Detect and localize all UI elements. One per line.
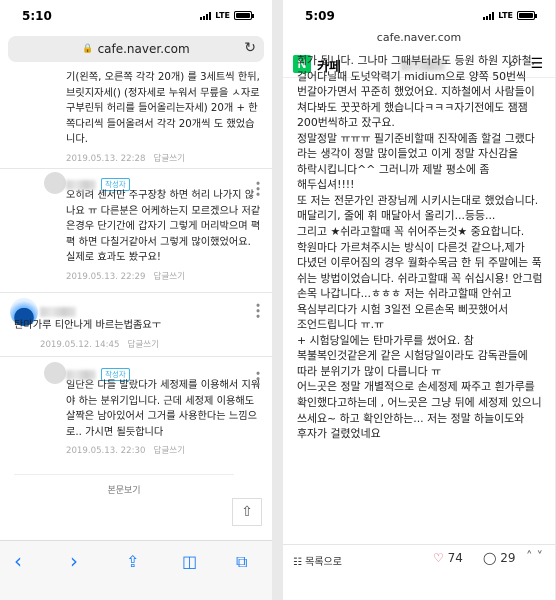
battery-icon	[234, 11, 254, 20]
tabs-icon[interactable]: ⧉	[236, 552, 247, 572]
forward-icon[interactable]: ›	[70, 549, 78, 573]
up-icon[interactable]: ˄	[526, 550, 537, 565]
more-options-icon[interactable]: •••	[251, 302, 264, 318]
comment-count: 29	[500, 551, 516, 565]
reply-link[interactable]: 답글쓰기	[153, 446, 185, 456]
comment-list: 기(왼쪽, 오른쪽 각각 20개) 를 3세트씩 한뒤, 브릿지자세() (정자…	[0, 64, 272, 535]
divider	[0, 292, 272, 293]
post-footer: ☷ 목록으로 ♡ 74 ◯ 29 ˄˅	[283, 544, 555, 574]
post-paragraph: 정말정말 ㅠㅠㅠ 필기준비할때 진작에좀 할걸 그랬다 라는 생각이 정말 많이…	[297, 131, 535, 192]
divider	[0, 356, 272, 357]
status-time: 5:09	[305, 9, 335, 23]
status-time: 5:10	[22, 9, 52, 23]
reply-link[interactable]: 답글쓰기	[127, 340, 159, 350]
comment-date: 2019.05.13. 22:28	[66, 153, 146, 164]
comment-text: 탄마가루 티안나게 바르는법좀요ㅜ	[14, 320, 162, 331]
post-paragraph: 회가 됩니다. 그나마 그때부터라도 등원 하원 지하철, 걸어다닐때 도넛악력…	[297, 54, 536, 130]
battery-icon	[517, 11, 537, 20]
browser-toolbar: ‹ › ⇪ ◫ ⧉	[0, 540, 272, 600]
post-paragraph: 어느곳은 정말 개별적으로 손세정제 짜주고 흰가루를 확인했다고하는데 , 어…	[297, 380, 542, 441]
url-text: cafe.naver.com	[376, 31, 462, 44]
comment-text: 기(왼쪽, 오른쪽 각각 20개) 를 3세트씩 한뒤, 브릿지자세() (정자…	[66, 72, 260, 146]
comment-date: 2019.05.12. 14:45	[40, 339, 120, 350]
post-paragraph: 또 저는 전문가인 관장님께 시키시는대로 했었습니다. 매달리기, 줄에 휘 …	[297, 193, 539, 223]
divider	[0, 168, 272, 169]
right-screen: 5:09 LTE cafe.naver.com N 카페 ⌕ ☰ 회가 됩니다.…	[283, 0, 555, 600]
url-text: cafe.naver.com	[97, 42, 190, 56]
blurred-nickname	[66, 179, 96, 190]
share-icon[interactable]: ⇪	[126, 552, 139, 571]
status-bar: 5:09 LTE	[283, 0, 555, 30]
address-bar[interactable]: 🔒 cafe.naver.com ↻	[8, 36, 264, 62]
down-icon[interactable]: ˅	[537, 550, 548, 565]
comment-date: 2019.05.13. 22:29	[66, 271, 146, 282]
view-post-button[interactable]: 본문보기	[14, 474, 234, 504]
lock-icon: 🔒	[82, 44, 94, 54]
left-screen: 5:10 LTE 🔒 cafe.naver.com ↻ 기(왼쪽, 오른쪽 각각…	[0, 0, 272, 600]
signal-icon	[483, 11, 495, 20]
heart-icon: ♡	[433, 551, 444, 565]
post-paragraph: 그리고 ★쉬라고할때 꼭 쉬어주는것★ 중요합니다. 학원마다 가르쳐주시는 방…	[297, 225, 543, 332]
list-button[interactable]: ☷ 목록으로	[293, 553, 342, 568]
comment-icon: ◯	[483, 551, 497, 565]
network-label: LTE	[215, 11, 230, 20]
nav-arrows: ˄˅	[526, 550, 547, 565]
avatar	[44, 362, 66, 384]
signal-icon	[200, 11, 212, 20]
post-paragraph: + 시험당일에는 탄마가루를 썼어요. 참 복불복인것같은게 같은 시험당일이라…	[297, 333, 528, 378]
avatar	[44, 172, 66, 194]
address-bar[interactable]: cafe.naver.com	[283, 30, 555, 50]
status-bar: 5:10 LTE	[0, 0, 272, 30]
blurred-nickname	[40, 307, 76, 317]
post-body: 회가 됩니다. 그나마 그때부터라도 등원 하원 지하철, 걸어다닐때 도넛악력…	[297, 54, 549, 442]
comment-button[interactable]: ◯ 29	[483, 551, 516, 565]
reply-link[interactable]: 답글쓰기	[153, 272, 185, 282]
more-options-icon[interactable]: •••	[251, 180, 264, 196]
network-label: LTE	[498, 11, 513, 20]
comment-date: 2019.05.13. 22:30	[66, 446, 146, 457]
more-options-icon[interactable]: •••	[251, 370, 264, 386]
reload-icon[interactable]: ↻	[244, 40, 256, 56]
arrow-up-icon[interactable]: ⇧	[232, 498, 262, 526]
bookmarks-icon[interactable]: ◫	[182, 552, 197, 571]
comment-text: 오히려 센서만 주구장창 하면 허리 나가지 않나요 ㅠ 다른분은 어케하는지 …	[66, 190, 261, 264]
like-count: 74	[447, 551, 463, 565]
comment-text: 일단은 다들 발랐다가 세정제를 이용해서 지워야 하는 분위기입니다. 근데 …	[66, 380, 261, 438]
like-button[interactable]: ♡ 74	[433, 551, 463, 565]
blurred-nickname	[66, 369, 96, 380]
list-label: 목록으로	[305, 557, 342, 568]
reply-link[interactable]: 답글쓰기	[153, 154, 185, 164]
back-icon[interactable]: ‹	[14, 549, 22, 573]
